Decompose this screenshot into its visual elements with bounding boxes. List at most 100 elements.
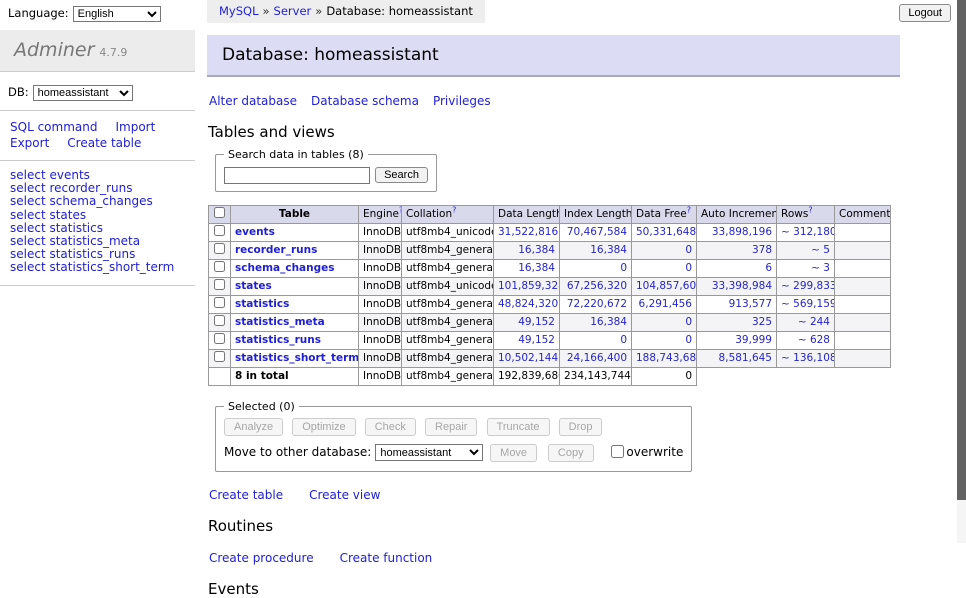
rows-count-cell[interactable]: ~ 569,159 <box>777 295 835 313</box>
search-button[interactable]: Search <box>375 167 428 183</box>
table-link[interactable]: statistics_meta <box>235 316 325 328</box>
data-length-cell: 49,152 <box>494 331 560 349</box>
bulk-actions-row: Analyze Optimize Check Repair Truncate D… <box>224 415 683 436</box>
breadcrumb-mysql-link[interactable]: MySQL <box>219 4 259 18</box>
check-button[interactable]: Check <box>365 418 416 436</box>
data-length-cell: 16,384 <box>494 259 560 277</box>
table-link[interactable]: statistics_short_term <box>235 352 359 364</box>
index-length-cell: 16,384 <box>560 313 632 331</box>
help-icon[interactable]: ? <box>808 205 812 214</box>
database-schema-link[interactable]: Database schema <box>311 94 419 108</box>
sidebar-item-import[interactable]: Import <box>115 120 155 134</box>
data-free-cell: 0 <box>632 259 697 277</box>
logout-button[interactable]: Logout <box>899 4 951 22</box>
table-link[interactable]: statistics <box>235 298 289 310</box>
table-link[interactable]: states <box>235 280 272 292</box>
search-input[interactable] <box>224 167 370 184</box>
sidebar-item-export[interactable]: Export <box>10 136 49 150</box>
table-row: statistics_runs InnoDB utf8mb4_general_c… <box>209 331 891 349</box>
repair-button[interactable]: Repair <box>425 418 477 436</box>
routine-links: Create procedure Create function <box>209 551 900 565</box>
rows-count-cell[interactable]: ~ 136,108 <box>777 349 835 367</box>
sidebar-item-create-table[interactable]: Create table <box>67 136 141 150</box>
table-row: recorder_runs InnoDB utf8mb4_general_ci … <box>209 241 891 259</box>
row-checkbox[interactable] <box>214 279 225 290</box>
rows-count-cell[interactable]: ~ 312,180 <box>777 223 835 241</box>
total-engine: InnoDB <box>359 367 402 385</box>
table-link[interactable]: events <box>235 226 275 238</box>
engine-cell: InnoDB <box>359 349 402 367</box>
index-length-cell: 0 <box>560 331 632 349</box>
data-length-cell: 49,152 <box>494 313 560 331</box>
move-db-select[interactable]: homeassistant <box>375 444 483 461</box>
sidebar-item-sql-command[interactable]: SQL command <box>10 120 97 134</box>
select-all-checkbox[interactable] <box>214 207 225 218</box>
help-icon[interactable]: ? <box>452 205 456 214</box>
table-row: statistics_meta InnoDB utf8mb4_general_c… <box>209 313 891 331</box>
table-link[interactable]: schema_changes <box>235 262 335 274</box>
alter-database-link[interactable]: Alter database <box>209 94 297 108</box>
rows-count-cell[interactable]: ~ 628 <box>777 331 835 349</box>
create-procedure-link[interactable]: Create procedure <box>209 551 314 565</box>
sidebar-item-select-states[interactable]: select states <box>10 209 185 222</box>
table-row: statistics InnoDB utf8mb4_general_ci 48,… <box>209 295 891 313</box>
create-function-link[interactable]: Create function <box>340 551 433 565</box>
collation-cell: utf8mb4_unicode_ci <box>402 277 494 295</box>
comment-cell <box>835 259 891 277</box>
index-length-cell: 70,467,584 <box>560 223 632 241</box>
scrollbar-thumb[interactable] <box>957 0 966 500</box>
auto-increment-cell: 6 <box>697 259 777 277</box>
data-free-cell: 0 <box>632 241 697 259</box>
data-length-cell: 10,502,144 <box>494 349 560 367</box>
help-icon[interactable]: ? <box>687 205 691 214</box>
language-select[interactable]: English <box>73 6 161 22</box>
column-header-index-length: Index Length? <box>560 205 632 223</box>
create-view-link[interactable]: Create view <box>309 488 380 502</box>
row-checkbox[interactable] <box>214 333 225 344</box>
engine-cell: InnoDB <box>359 277 402 295</box>
auto-increment-cell: 378 <box>697 241 777 259</box>
create-table-link[interactable]: Create table <box>209 488 283 502</box>
row-checkbox[interactable] <box>214 297 225 308</box>
engine-cell: InnoDB <box>359 313 402 331</box>
index-length-cell: 67,256,320 <box>560 277 632 295</box>
tables-list: Table Engine? Collation? Data Length? In… <box>208 205 891 386</box>
auto-increment-cell: 33,898,196 <box>697 223 777 241</box>
vertical-scrollbar[interactable] <box>957 0 966 543</box>
rows-count-cell[interactable]: ~ 5 <box>777 241 835 259</box>
overwrite-label: overwrite <box>626 445 683 459</box>
row-checkbox[interactable] <box>214 225 225 236</box>
move-button[interactable]: Move <box>490 444 537 462</box>
column-header-collation: Collation? <box>402 205 494 223</box>
row-checkbox[interactable] <box>214 261 225 272</box>
auto-increment-cell: 913,577 <box>697 295 777 313</box>
row-checkbox[interactable] <box>214 351 225 362</box>
comment-cell <box>835 331 891 349</box>
breadcrumb-current: Database: homeassistant <box>326 4 473 18</box>
total-label: 8 in total <box>231 367 359 385</box>
table-link[interactable]: statistics_runs <box>235 334 321 346</box>
optimize-button[interactable]: Optimize <box>292 418 355 436</box>
comment-cell <box>835 223 891 241</box>
breadcrumb-server-link[interactable]: Server <box>274 4 312 18</box>
db-select[interactable]: homeassistant <box>33 85 133 101</box>
row-checkbox[interactable] <box>214 243 225 254</box>
rows-count-cell[interactable]: ~ 244 <box>777 313 835 331</box>
privileges-link[interactable]: Privileges <box>433 94 491 108</box>
comment-cell <box>835 295 891 313</box>
comment-cell <box>835 313 891 331</box>
drop-button[interactable]: Drop <box>559 418 603 436</box>
rows-count-cell[interactable]: ~ 3 <box>777 259 835 277</box>
sidebar-item-select-schema-changes[interactable]: select schema_changes <box>10 195 185 208</box>
table-link[interactable]: recorder_runs <box>235 244 317 256</box>
copy-button[interactable]: Copy <box>548 444 594 462</box>
index-length-cell: 72,220,672 <box>560 295 632 313</box>
rows-count-cell[interactable]: ~ 299,833 <box>777 277 835 295</box>
sidebar-item-select-statistics-short-term[interactable]: select statistics_short_term <box>10 261 185 274</box>
sidebar: Language:English Adminer4.7.9 DB:homeass… <box>0 0 195 286</box>
analyze-button[interactable]: Analyze <box>224 418 283 436</box>
row-checkbox[interactable] <box>214 315 225 326</box>
truncate-button[interactable]: Truncate <box>487 418 550 436</box>
app-version[interactable]: 4.7.9 <box>99 46 127 59</box>
overwrite-checkbox[interactable] <box>611 445 624 458</box>
